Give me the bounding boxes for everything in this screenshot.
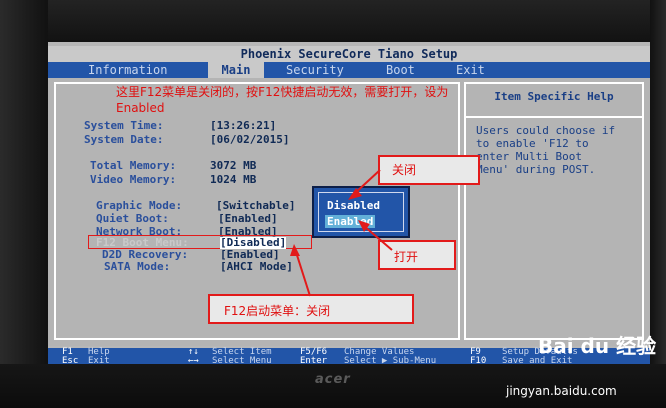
baidu-watermark: Bai du 经验 <box>538 334 657 358</box>
baidu-watermark-url: jingyan.baidu.com <box>506 384 617 398</box>
arrow-to-f12-row <box>295 251 311 297</box>
arrow-to-disabled <box>353 169 381 195</box>
arrow-head-f12-row <box>290 244 300 256</box>
arrow-to-enabled <box>363 225 393 251</box>
